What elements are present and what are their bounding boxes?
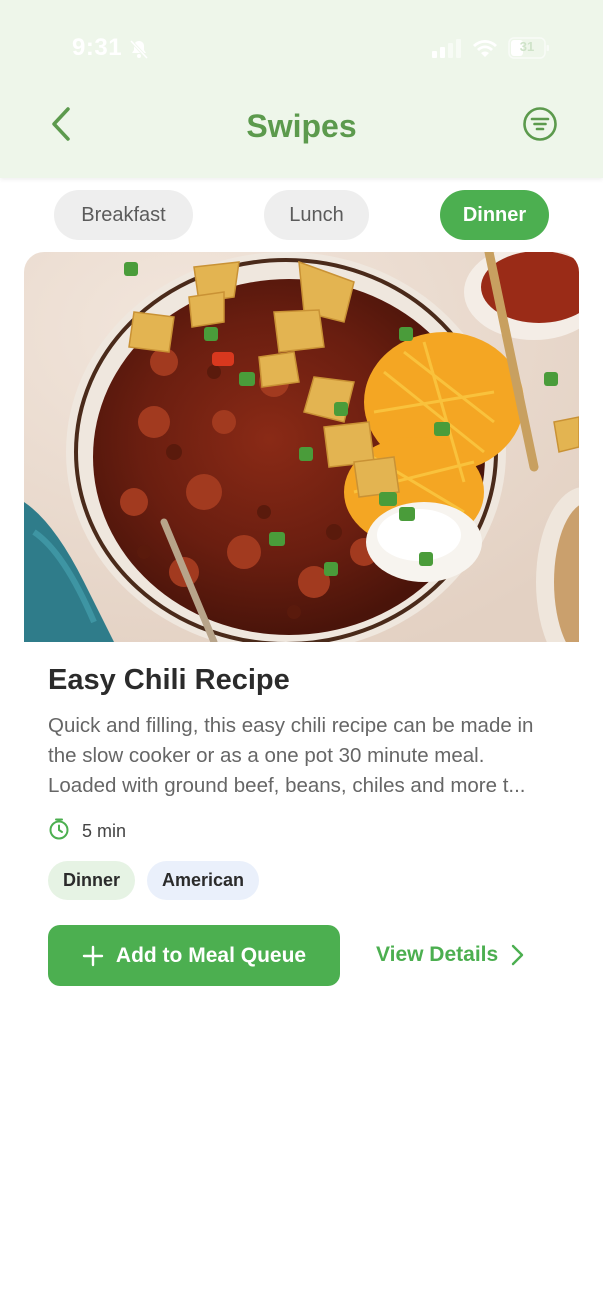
app-header: 9:31 31 Swipes xyxy=(0,0,603,178)
filter-icon xyxy=(522,106,558,147)
prep-time-text: 5 min xyxy=(82,821,127,841)
view-details-link[interactable]: View Details xyxy=(376,934,524,976)
chevron-right-icon xyxy=(510,944,524,966)
timer-icon xyxy=(48,818,70,845)
recipe-tags: Dinner American xyxy=(48,861,271,900)
plus-icon xyxy=(82,945,104,967)
status-bar: 9:31 31 xyxy=(0,0,603,96)
add-to-meal-queue-label: Add to Meal Queue xyxy=(115,943,307,967)
filter-button[interactable] xyxy=(518,104,562,148)
signal-icon xyxy=(432,38,462,63)
recipe-title: Easy Chili Recipe xyxy=(48,664,290,696)
meal-tabs: Breakfast Lunch Dinner xyxy=(0,190,603,240)
nav-bar: Swipes xyxy=(0,96,603,158)
tag-american: American xyxy=(147,861,260,900)
tab-dinner[interactable]: Dinner xyxy=(440,190,549,240)
tab-lunch[interactable]: Lunch xyxy=(264,190,369,240)
recipe-description: Quick and filling, this easy chili recip… xyxy=(48,714,534,797)
battery-level: 31 xyxy=(519,39,535,54)
tab-breakfast[interactable]: Breakfast xyxy=(54,190,193,240)
page-title: Swipes xyxy=(246,108,357,144)
add-to-meal-queue-button[interactable]: Add to Meal Queue xyxy=(48,925,340,986)
bell-slash-icon xyxy=(128,38,150,65)
tag-dinner: Dinner xyxy=(48,861,136,900)
view-details-label: View Details xyxy=(376,943,499,966)
recipe-image[interactable] xyxy=(24,252,579,642)
status-time: 9:31 xyxy=(72,34,123,61)
prep-time: 5 min xyxy=(48,818,126,845)
wifi-icon xyxy=(472,38,498,63)
